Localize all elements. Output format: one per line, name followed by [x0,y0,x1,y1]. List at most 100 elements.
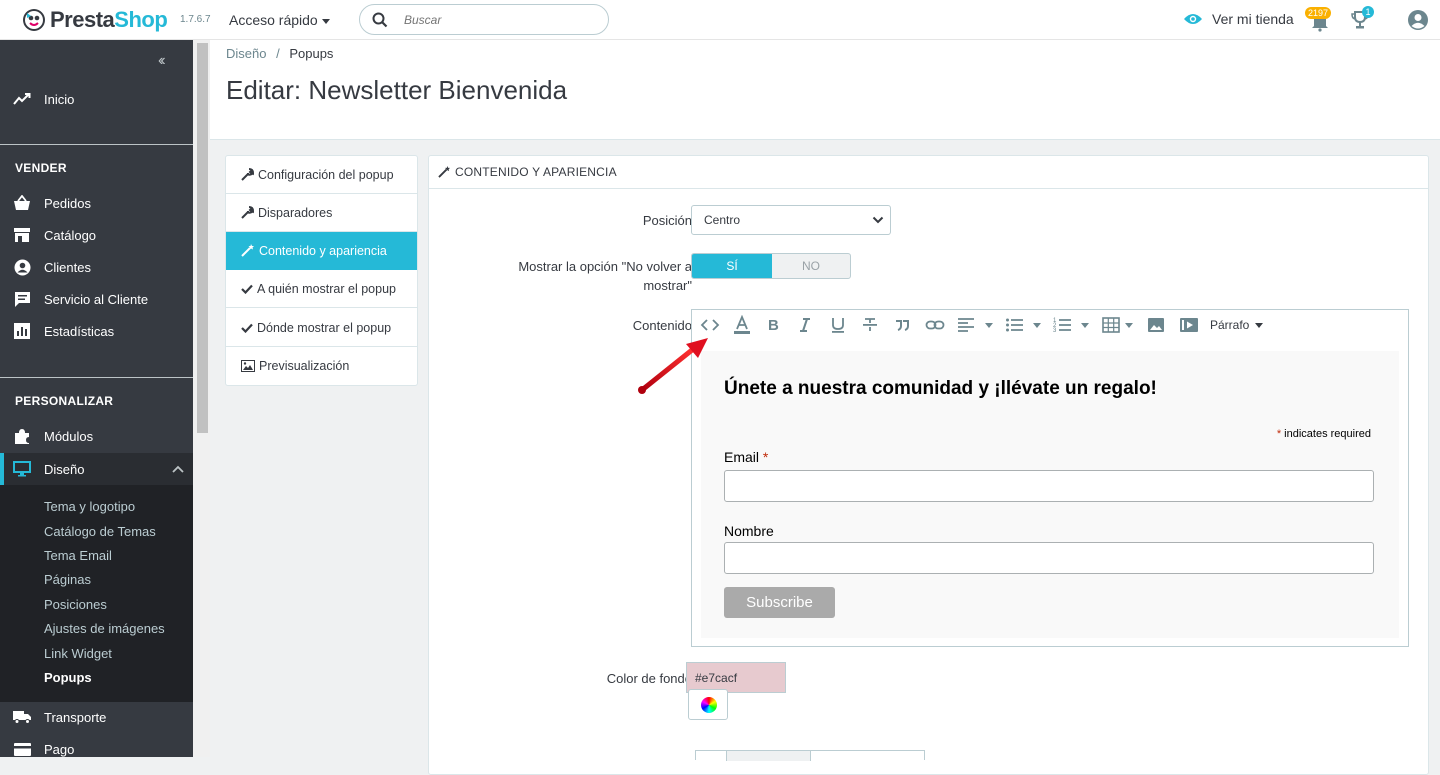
toggle-no[interactable]: NO [772,254,850,278]
user-avatar-icon[interactable] [1407,9,1429,31]
tab-label: Contenido y apariencia [259,243,387,258]
sidebar: ‹‹ Inicio VENDER Pedidos Catálogo Client… [0,40,193,757]
breadcrumb: Diseño / Popups [226,46,333,61]
tab-label: Previsualización [259,359,350,373]
rich-text-editor[interactable]: B 123 Párrafo Únete a nuestra comunidad … [691,309,1409,647]
sidebar-item-catalog[interactable]: Catálogo [0,219,193,251]
sidebar-item-customer-service[interactable]: Servicio al Cliente [0,283,193,315]
view-shop-link[interactable]: Ver mi tienda [1183,11,1294,27]
dont-show-again-toggle[interactable]: SÍ NO [691,253,851,279]
wrench-icon [241,168,254,181]
collapse-sidebar-icon[interactable]: ‹‹ [158,52,165,70]
wrench-icon [241,206,254,219]
toggle-yes[interactable]: SÍ [692,254,772,278]
email-field[interactable] [724,470,1374,502]
brand-name[interactable]: PrestaShop [50,7,168,33]
bar-chart-icon [14,323,30,339]
quick-access-dropdown[interactable]: Acceso rápido [229,12,330,28]
table-icon[interactable] [1101,315,1121,335]
search-input[interactable] [404,11,594,29]
position-value: Centro [704,213,741,227]
paragraph-format-dropdown[interactable]: Párrafo [1210,315,1264,335]
bullet-list-icon[interactable] [1005,315,1025,335]
sidebar-item-payment[interactable]: Pago [0,733,193,757]
underline-icon[interactable] [829,315,847,335]
insert-image-icon[interactable] [1147,315,1165,335]
editor-toolbar: B 123 Párrafo [692,310,1408,340]
sidebar-item-label: Inicio [44,91,75,107]
insert-video-icon[interactable] [1179,315,1199,335]
sidebar-item-design-row[interactable]: Diseño [0,453,193,485]
puzzle-icon [14,428,29,444]
caret-down-icon[interactable] [984,315,994,335]
submenu-image-settings[interactable]: Ajustes de imágenes [44,621,165,636]
sidebar-item-label: Estadísticas [44,323,115,339]
scrollbar-thumb[interactable] [197,43,208,433]
top-bar: PrestaShop 1.7.6.7 Acceso rápido Ver mi … [0,0,1440,40]
bold-icon[interactable]: B [765,315,781,335]
sidebar-item-home[interactable]: Inicio [0,83,193,115]
trending-up-icon [13,93,31,105]
tab-content-appearance[interactable]: Contenido y apariencia [226,232,417,270]
caret-down-icon[interactable] [1124,315,1134,335]
align-left-icon[interactable] [957,315,975,335]
tab-label: Dónde mostrar el popup [257,320,392,335]
submenu-positions[interactable]: Posiciones [44,597,107,612]
submenu-pages[interactable]: Páginas [44,572,91,587]
sidebar-item-modules[interactable]: Módulos [0,420,193,452]
strikethrough-icon[interactable] [861,315,879,335]
red-arrow-annotation [638,338,708,394]
blockquote-icon[interactable] [893,315,911,335]
search-icon [372,12,388,28]
sidebar-item-customers[interactable]: Clientes [0,251,193,283]
italic-icon[interactable] [797,315,813,335]
divider [0,144,193,145]
account-circle-icon [14,259,30,275]
tab-who-to-show[interactable]: A quién mostrar el popup [226,270,417,308]
orders-badge: 2197 [1305,7,1332,19]
sidebar-item-transport[interactable]: Transporte [0,701,193,733]
truck-icon [12,711,31,724]
breadcrumb-parent[interactable]: Diseño [226,46,266,61]
magic-wand-icon [241,244,254,257]
view-shop-label: Ver mi tienda [1212,11,1294,27]
sidebar-item-label: Diseño [44,461,85,477]
position-select[interactable]: Centro [691,205,891,235]
version-label: 1.7.6.7 [180,14,211,25]
editor-content-area[interactable]: Únete a nuestra comunidad y ¡llévate un … [701,351,1399,638]
check-icon [241,323,253,333]
color-wheel-icon [701,697,717,713]
name-field[interactable] [724,542,1374,574]
panel-heading: CONTENIDO Y APARIENCIA [429,156,1428,189]
caret-down-icon[interactable] [1080,315,1090,335]
submenu-email-theme[interactable]: Tema Email [44,548,112,563]
sidebar-item-label: Módulos [44,428,94,444]
chat-icon [14,291,30,307]
caret-down-icon[interactable] [1032,315,1042,335]
submenu-theme-logo[interactable]: Tema y logotipo [44,499,135,514]
link-icon[interactable] [925,315,945,335]
text-color-icon[interactable] [732,315,752,335]
prestashop-logo-icon[interactable] [22,8,46,32]
submenu-link-widget[interactable]: Link Widget [44,646,112,661]
tab-preview[interactable]: Previsualización [226,347,417,385]
panel-title: CONTENIDO Y APARIENCIA [455,165,617,179]
check-icon [241,284,253,294]
background-color-label: Color de fondo [606,671,692,686]
tab-popup-config[interactable]: Configuración del popup [226,156,417,194]
sidebar-item-stats[interactable]: Estadísticas [0,315,193,347]
page-title: Editar: Newsletter Bienvenida [226,75,568,105]
trophy-badge: 1 [1362,6,1374,18]
sidebar-item-label: Clientes [44,259,91,275]
search-box[interactable] [359,4,609,35]
tab-triggers[interactable]: Disparadores [226,194,417,232]
submenu-theme-catalog[interactable]: Catálogo de Temas [44,524,156,539]
numbered-list-icon[interactable]: 123 [1053,315,1073,335]
subscribe-button[interactable]: Subscribe [724,587,835,618]
color-picker-button[interactable] [688,689,728,720]
required-note-text: indicates required [1284,428,1371,440]
submenu-popups[interactable]: Popups [44,670,92,685]
sidebar-item-label: Transporte [44,709,107,725]
sidebar-item-orders[interactable]: Pedidos [0,187,193,219]
tab-where-to-show[interactable]: Dónde mostrar el popup [226,309,417,347]
